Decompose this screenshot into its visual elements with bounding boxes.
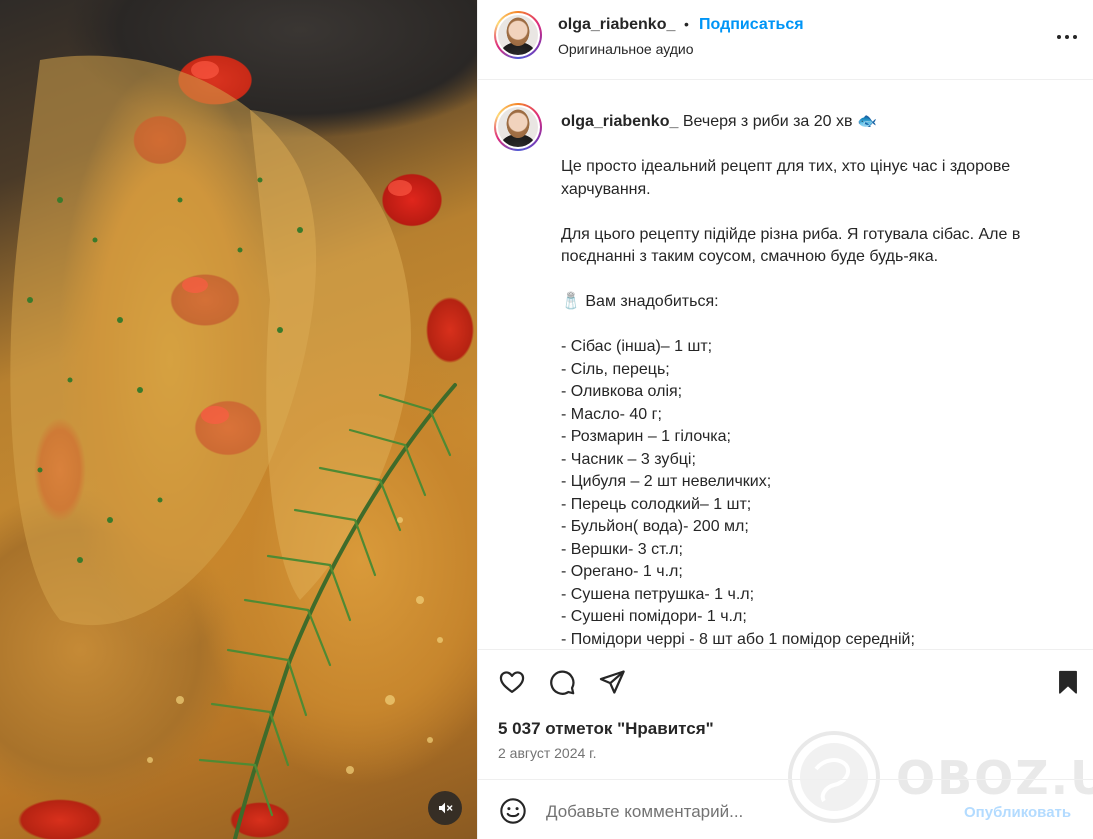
like-button[interactable] [496, 666, 528, 698]
caption-paragraph: Для цього рецепту підійде різна риба. Я … [561, 225, 1021, 266]
likes-count[interactable]: 5 037 отметок "Нравится" [498, 719, 714, 739]
speaker-muted-icon [439, 802, 453, 814]
ingredient-item: - Помідори черрі - 8 шт або 1 помідор се… [561, 630, 915, 648]
comment-button[interactable] [546, 666, 578, 698]
caption-username[interactable]: olga_riabenko_ [561, 113, 678, 130]
ingredient-item: - Часник – 3 зубці; [561, 450, 696, 468]
bookmark-icon [1059, 670, 1077, 694]
comment-input[interactable] [546, 802, 946, 822]
author-username[interactable]: olga_riabenko_ [558, 16, 675, 34]
caption-area[interactable]: olga_riabenko_ Вечеря з риби за 20 хв 🐟 … [478, 81, 1093, 649]
ingredient-item: - Сібас (інша)– 1 шт; [561, 338, 713, 355]
ingredient-item: - Цибуля – 2 шт невеличких; [561, 473, 772, 490]
comment-bar: Опубликовать [478, 779, 1093, 839]
ingredient-item: - Масло- 40 г; [561, 405, 662, 423]
food-photo-illustration [10, 55, 457, 839]
ingredients-heading: Вам знадобиться: [585, 293, 719, 310]
audio-link[interactable]: Оригинальное аудио [558, 41, 694, 57]
ingredient-item: - Бульйон( вода)- 200 мл; [561, 518, 749, 535]
ingredient-item: - Сушені помідори- 1 ч.л; [561, 608, 747, 625]
publish-button[interactable]: Опубликовать [964, 804, 1071, 821]
ingredient-item: - Вершки- 3 ст.л; [561, 540, 683, 558]
caption-avatar[interactable] [494, 103, 542, 151]
avatar[interactable] [494, 11, 542, 59]
ingredient-item: - Сушена петрушка- 1 ч.л; [561, 585, 755, 603]
ingredient-item: - Розмарин – 1 гілочка; [561, 428, 731, 445]
heart-icon [499, 671, 525, 694]
follow-button[interactable]: Подписаться [699, 16, 804, 34]
ingredient-item: - Оливкова олія; [561, 383, 683, 400]
post-header: olga_riabenko_ • Подписаться Оригинально… [478, 0, 1093, 80]
mute-button[interactable] [428, 791, 462, 825]
comment-icon [550, 670, 575, 695]
separator-dot: • [684, 16, 689, 32]
profile-photo [498, 15, 538, 55]
ingredient-item: - Перець солодкий– 1 шт; [561, 495, 752, 513]
save-button[interactable] [1052, 666, 1084, 698]
caption-text: olga_riabenko_ Вечеря з риби за 20 хв 🐟 … [561, 111, 1071, 649]
more-options-button[interactable] [1054, 24, 1080, 50]
post-media[interactable] [0, 0, 477, 839]
fish-emoji: 🐟 [856, 113, 877, 130]
post-sidebar: olga_riabenko_ • Подписаться Оригинально… [477, 0, 1093, 839]
ingredients-list: - Сібас (інша)– 1 шт; - Сіль, перець; - … [561, 336, 1071, 649]
more-horizontal-icon [1057, 35, 1077, 39]
caption-title: Вечеря з риби за 20 хв [682, 113, 853, 130]
post-date[interactable]: 2 август 2024 г. [498, 745, 596, 761]
ingredient-item: - Сіль, перець; [561, 360, 670, 378]
send-icon [599, 670, 625, 694]
emoji-button[interactable] [498, 796, 528, 826]
share-button[interactable] [596, 666, 628, 698]
smiley-icon [500, 798, 526, 824]
profile-photo [498, 107, 538, 147]
salt-emoji: 🧂 [561, 293, 581, 310]
ingredient-item: - Орегано- 1 ч.л; [561, 563, 683, 580]
caption-intro: Це просто ідеальний рецепт для тих, хто … [561, 158, 1011, 198]
